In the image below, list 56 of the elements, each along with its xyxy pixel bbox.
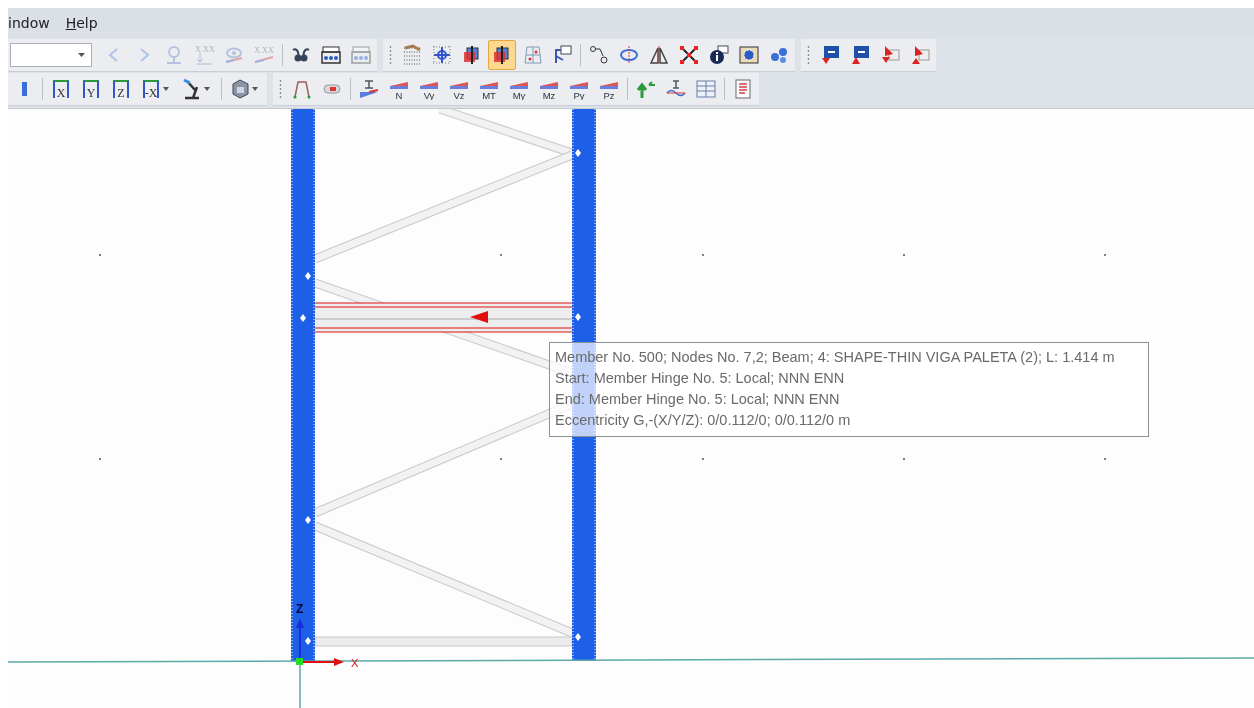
tooltip-line: Eccentricity G,-(X/Y/Z): 0/0.112/0; 0/0.112/0 m — [555, 411, 852, 430]
toolbar-button[interactable] — [488, 39, 516, 70]
mirror-icon — [648, 43, 670, 66]
bar-icon — [21, 81, 27, 96]
gear-icon — [738, 43, 760, 66]
report-icon — [732, 77, 754, 100]
node-marker — [575, 149, 581, 157]
frame-icon — [320, 43, 342, 66]
grid-point — [903, 254, 905, 256]
frame-icon — [350, 43, 372, 66]
grid-point — [1104, 458, 1106, 460]
node-marker — [575, 633, 581, 641]
node-marker — [305, 637, 311, 645]
direction-arrow-icon — [470, 311, 488, 323]
toolbar-grip[interactable] — [389, 44, 392, 65]
frame-icon — [521, 43, 543, 66]
cross-icon — [678, 43, 700, 66]
link-icon — [588, 43, 610, 66]
caret-icon — [163, 86, 169, 91]
node-icon — [431, 43, 453, 66]
node-marker — [305, 272, 311, 280]
grid-point — [99, 254, 101, 256]
origin-marker — [296, 658, 303, 665]
caret-icon — [252, 86, 258, 91]
tooltip-line: End: Member Hinge No. 5: Local; NNN ENN — [555, 390, 841, 409]
node-marker — [305, 516, 311, 524]
table-icon — [695, 77, 717, 100]
grid-point — [99, 458, 101, 460]
beam-section-icon — [358, 77, 380, 100]
info-icon — [708, 43, 730, 66]
menu-item[interactable]: Help — [65, 15, 98, 31]
dropdown-field[interactable] — [10, 42, 92, 67]
grid-point — [702, 254, 704, 256]
support-icon — [849, 43, 871, 66]
support-icon — [819, 43, 841, 66]
node-marker — [575, 313, 581, 321]
grid-point — [500, 254, 502, 256]
rotate-icon — [618, 43, 640, 66]
grid-point — [500, 458, 502, 460]
caret-icon — [78, 52, 85, 57]
cube-icon — [229, 77, 251, 100]
axis-label: X — [351, 657, 359, 669]
tooltip-line: Member No. 500; Nodes No. 7,2; Beam; 4: SHAPE-THIN VIGA PALETA (2); L: 1.414 m — [555, 348, 1116, 367]
tooltip-line: Start: Member Hinge No. 5: Local; NNN ENN — [555, 369, 846, 388]
flag-icon — [909, 43, 931, 66]
toolbar-grip[interactable] — [279, 78, 282, 99]
menu-item[interactable]: indow — [8, 15, 50, 31]
toolbar-button[interactable]: -X — [137, 73, 176, 104]
caret-icon — [204, 86, 210, 91]
node-marker — [300, 314, 306, 322]
axis-label: Z — [296, 602, 304, 616]
grid-point — [702, 458, 704, 460]
toolbar-grip[interactable] — [807, 44, 810, 65]
grid-point — [903, 458, 905, 460]
grid-point — [1104, 254, 1106, 256]
grid-icon — [401, 43, 423, 66]
